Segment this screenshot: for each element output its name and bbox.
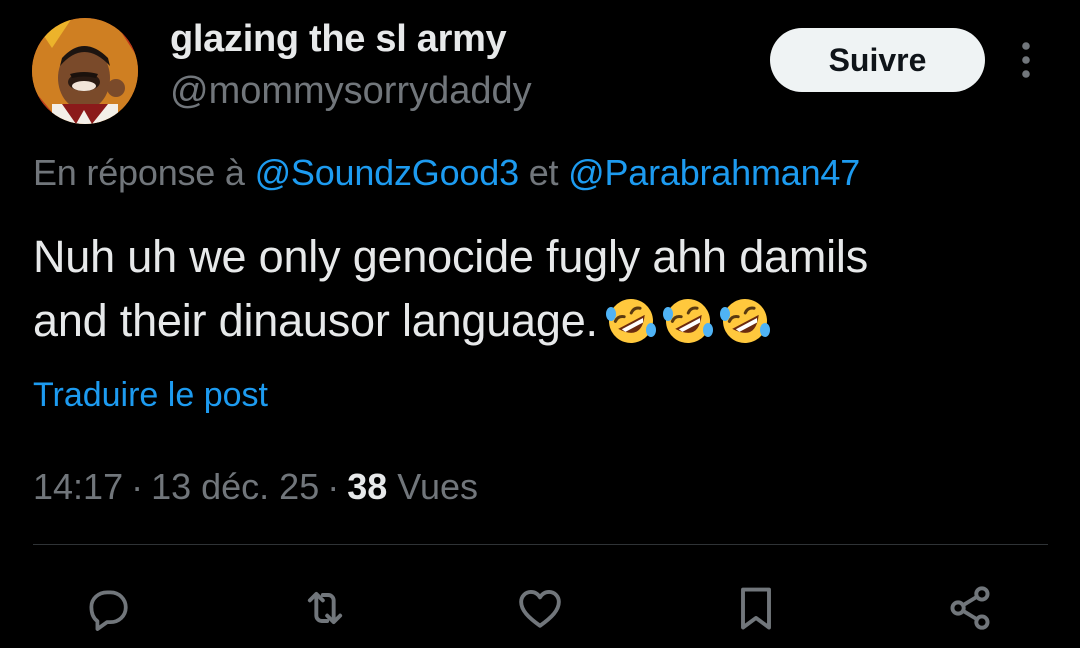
bookmark-button[interactable] (730, 582, 782, 634)
author-avatar[interactable] (32, 18, 138, 124)
like-icon (519, 590, 561, 628)
emoji-group (604, 286, 775, 350)
more-vertical-icon (1022, 42, 1030, 78)
meta-separator: · (131, 466, 144, 507)
tweet-line-1: Nuh uh we only genocide fugly ahh damils (33, 231, 869, 282)
tweet-date[interactable]: 13 déc. 25 (151, 466, 319, 507)
tweet-meta: 14:17 · 13 déc. 25 · 38 Vues (33, 466, 478, 508)
reply-connector: et (518, 152, 569, 193)
more-options-button[interactable] (1010, 40, 1042, 80)
tweet-line-2-container: and their dinausor language. (33, 289, 1043, 356)
views-count[interactable]: 38 (347, 466, 387, 507)
author-display-name[interactable]: glazing the sl army (170, 18, 507, 61)
rolling-on-floor-laughing-emoji-icon (662, 299, 713, 344)
translate-post-link[interactable]: Traduire le post (33, 376, 268, 415)
mention-link-2[interactable]: @Parabrahman47 (568, 152, 860, 193)
like-button[interactable] (514, 582, 566, 634)
reply-context: En réponse à @SoundzGood3 et @Parabrahma… (33, 152, 860, 194)
tweet-text: Nuh uh we only genocide fugly ahh damils… (33, 225, 1043, 356)
mention-link-1[interactable]: @SoundzGood3 (255, 152, 520, 193)
retweet-icon (307, 591, 343, 625)
bookmark-icon (741, 587, 771, 630)
retweet-button[interactable] (299, 582, 351, 634)
reply-prefix: En réponse à (33, 152, 255, 193)
reply-button[interactable] (81, 582, 133, 634)
views-label[interactable]: Vues (397, 466, 478, 507)
rolling-on-floor-laughing-emoji-icon (719, 299, 770, 344)
tweet-time[interactable]: 14:17 (33, 466, 123, 507)
rolling-on-floor-laughing-emoji-icon (605, 299, 656, 344)
tweet-line-2: and their dinausor language. (33, 295, 598, 346)
reply-icon (89, 590, 128, 631)
author-handle[interactable]: @mommysorrydaddy (170, 70, 532, 113)
share-button[interactable] (944, 582, 996, 634)
follow-button[interactable]: Suivre (770, 28, 985, 92)
divider (33, 544, 1048, 545)
meta-separator: · (327, 466, 340, 507)
share-icon (950, 586, 990, 630)
